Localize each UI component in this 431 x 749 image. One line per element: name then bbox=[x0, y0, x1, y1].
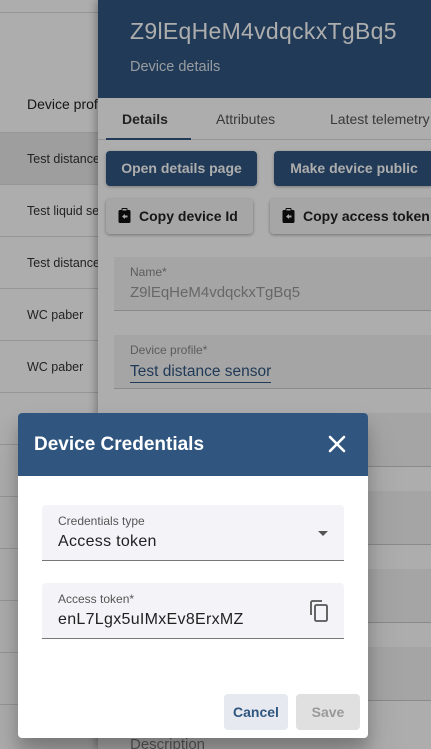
credentials-type-label: Credentials type bbox=[58, 514, 145, 528]
copy-icon[interactable] bbox=[308, 599, 330, 623]
save-button[interactable]: Save bbox=[296, 694, 360, 730]
device-credentials-dialog: Device Credentials Credentials type Acce… bbox=[18, 413, 368, 738]
access-token-value: enL7Lgx5uIMxEv8ErxMZ bbox=[58, 611, 244, 628]
dialog-header: Device Credentials bbox=[18, 413, 368, 476]
credentials-type-value: Access token bbox=[58, 533, 157, 550]
access-token-field[interactable]: Access token* enL7Lgx5uIMxEv8ErxMZ bbox=[42, 583, 344, 639]
close-icon[interactable] bbox=[326, 433, 348, 455]
access-token-label: Access token* bbox=[58, 592, 135, 606]
dialog-title: Device Credentials bbox=[34, 434, 205, 455]
chevron-down-icon bbox=[318, 531, 328, 536]
credentials-type-select[interactable]: Credentials type Access token bbox=[42, 505, 344, 561]
cancel-button[interactable]: Cancel bbox=[224, 694, 288, 730]
